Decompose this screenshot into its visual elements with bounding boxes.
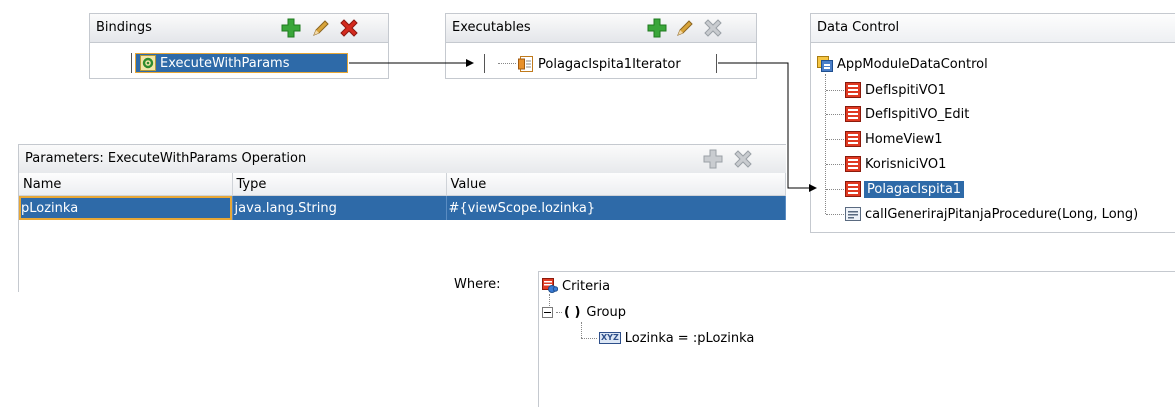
condition-node[interactable]: XYZ Lozinka = :pLozinka xyxy=(599,328,754,348)
group-paren-icon: ( ) xyxy=(564,304,581,320)
parameters-panel: Parameters: ExecuteWithParams Operation … xyxy=(18,144,786,292)
parameters-delete-button[interactable] xyxy=(732,148,754,170)
delete-x-disabled-icon xyxy=(704,19,722,37)
pencil-icon xyxy=(677,20,693,36)
parameters-title: Parameters: ExecuteWithParams Operation xyxy=(25,151,307,166)
binding-item-label: ExecuteWithParams xyxy=(160,55,290,71)
executables-delete-button[interactable] xyxy=(702,17,724,39)
delete-x-icon xyxy=(340,19,358,37)
binding-item-executewithparams[interactable]: ExecuteWithParams xyxy=(135,53,348,73)
tree-connector xyxy=(826,214,844,215)
data-control-panel: Data Control AppModuleDataControl DefIsp… xyxy=(810,13,1175,233)
collapse-toggle-icon[interactable] xyxy=(542,306,553,318)
parameters-header: Parameters: ExecuteWithParams Operation xyxy=(19,145,786,174)
data-control-root[interactable]: AppModuleDataControl xyxy=(817,54,988,74)
dc-item-label: KorisniciVO1 xyxy=(865,156,947,172)
view-object-icon xyxy=(845,106,861,122)
group-node[interactable]: ( ) Group xyxy=(542,302,626,322)
column-header-name[interactable]: Name xyxy=(19,173,233,196)
data-control-tree-line xyxy=(825,74,826,214)
criteria-icon xyxy=(542,278,559,294)
bindings-panel: Bindings ExecuteWithParams xyxy=(89,13,389,79)
table-header-row: Name Type Value xyxy=(19,173,786,196)
data-control-icon xyxy=(817,56,833,72)
data-control-root-label: AppModuleDataControl xyxy=(837,56,988,72)
bindings-add-button[interactable] xyxy=(280,17,302,39)
tree-connector xyxy=(826,164,844,165)
data-control-title: Data Control xyxy=(817,20,900,35)
iterator-icon xyxy=(518,56,534,72)
dc-item-label: callGenerirajPitanjaProcedure(Long, Long… xyxy=(865,206,1139,222)
binding-item-left-bar xyxy=(131,53,132,73)
executable-item-label: PolagacIspita1Iterator xyxy=(538,56,681,72)
condition-xyz-icon: XYZ xyxy=(599,332,621,344)
bindings-edit-button[interactable] xyxy=(310,17,332,39)
parameters-add-button[interactable] xyxy=(702,148,724,170)
cell-value[interactable]: #{viewScope.lozinka} xyxy=(446,195,786,220)
dc-item-label: HomeView1 xyxy=(865,131,943,147)
tree-connector xyxy=(826,189,844,190)
group-connector xyxy=(556,311,562,313)
bindings-header: Bindings xyxy=(90,14,388,43)
executables-tree-bar xyxy=(484,54,485,73)
executables-add-button[interactable] xyxy=(646,17,668,39)
tree-connector xyxy=(826,114,844,115)
dc-item-defispitivo-edit[interactable]: DefIspitiVO_Edit xyxy=(845,104,969,124)
tree-connector xyxy=(826,90,844,91)
operation-gear-icon xyxy=(140,55,156,71)
pencil-icon xyxy=(313,20,329,36)
criteria-tree: Criteria ( ) Group XYZ Lozinka = :pLozin… xyxy=(538,271,1175,407)
dc-item-homeview1[interactable]: HomeView1 xyxy=(845,129,943,149)
condition-label: Lozinka = :pLozinka xyxy=(624,330,755,346)
tree-connector xyxy=(826,139,844,140)
data-control-header: Data Control xyxy=(811,14,1175,43)
dc-item-defispitivo1[interactable]: DefIspitiVO1 xyxy=(845,80,946,100)
bindings-delete-button[interactable] xyxy=(338,17,360,39)
executables-edit-button[interactable] xyxy=(674,17,696,39)
delete-x-disabled-icon xyxy=(734,150,752,168)
bindings-title: Bindings xyxy=(96,20,152,35)
executables-header: Executables xyxy=(446,14,756,43)
executables-title: Executables xyxy=(452,20,531,35)
criteria-label: Criteria xyxy=(562,278,611,294)
dc-item-polagacispita1[interactable]: PolagacIspita1 xyxy=(845,179,965,199)
dc-item-label-selected: PolagacIspita1 xyxy=(864,180,965,198)
table-row[interactable]: pLozinka java.lang.String #{viewScope.lo… xyxy=(19,195,786,220)
executable-item-right-bar xyxy=(716,54,717,73)
plus-icon xyxy=(647,18,667,38)
dc-item-label: DefIspitiVO_Edit xyxy=(865,106,970,122)
dc-item-label: DefIspitiVO1 xyxy=(865,82,946,98)
executable-item-iterator[interactable]: PolagacIspita1Iterator xyxy=(518,54,681,74)
column-header-type[interactable]: Type xyxy=(232,173,447,196)
cell-type[interactable]: java.lang.String xyxy=(232,195,447,220)
dc-item-korisnicivo1[interactable]: KorisniciVO1 xyxy=(845,154,946,174)
condition-connector xyxy=(581,338,597,339)
method-icon xyxy=(845,206,861,222)
executables-tree-line xyxy=(498,63,516,64)
view-object-icon xyxy=(845,181,861,197)
parameters-table: Name Type Value pLozinka java.lang.Strin… xyxy=(19,173,786,220)
plus-icon xyxy=(281,18,301,38)
group-label: Group xyxy=(586,304,626,320)
plus-disabled-icon xyxy=(703,149,723,169)
view-object-icon xyxy=(845,82,861,98)
column-header-value[interactable]: Value xyxy=(446,173,786,196)
dc-item-procedure[interactable]: callGenerirajPitanjaProcedure(Long, Long… xyxy=(845,204,1138,224)
cell-name[interactable]: pLozinka xyxy=(19,195,233,220)
view-object-icon xyxy=(845,131,861,147)
where-label: Where: xyxy=(454,277,501,292)
executables-panel: Executables PolagacIspita1Iterator xyxy=(445,13,757,79)
view-object-icon xyxy=(845,156,861,172)
criteria-root[interactable]: Criteria xyxy=(542,276,610,296)
group-tree-line xyxy=(581,322,582,338)
